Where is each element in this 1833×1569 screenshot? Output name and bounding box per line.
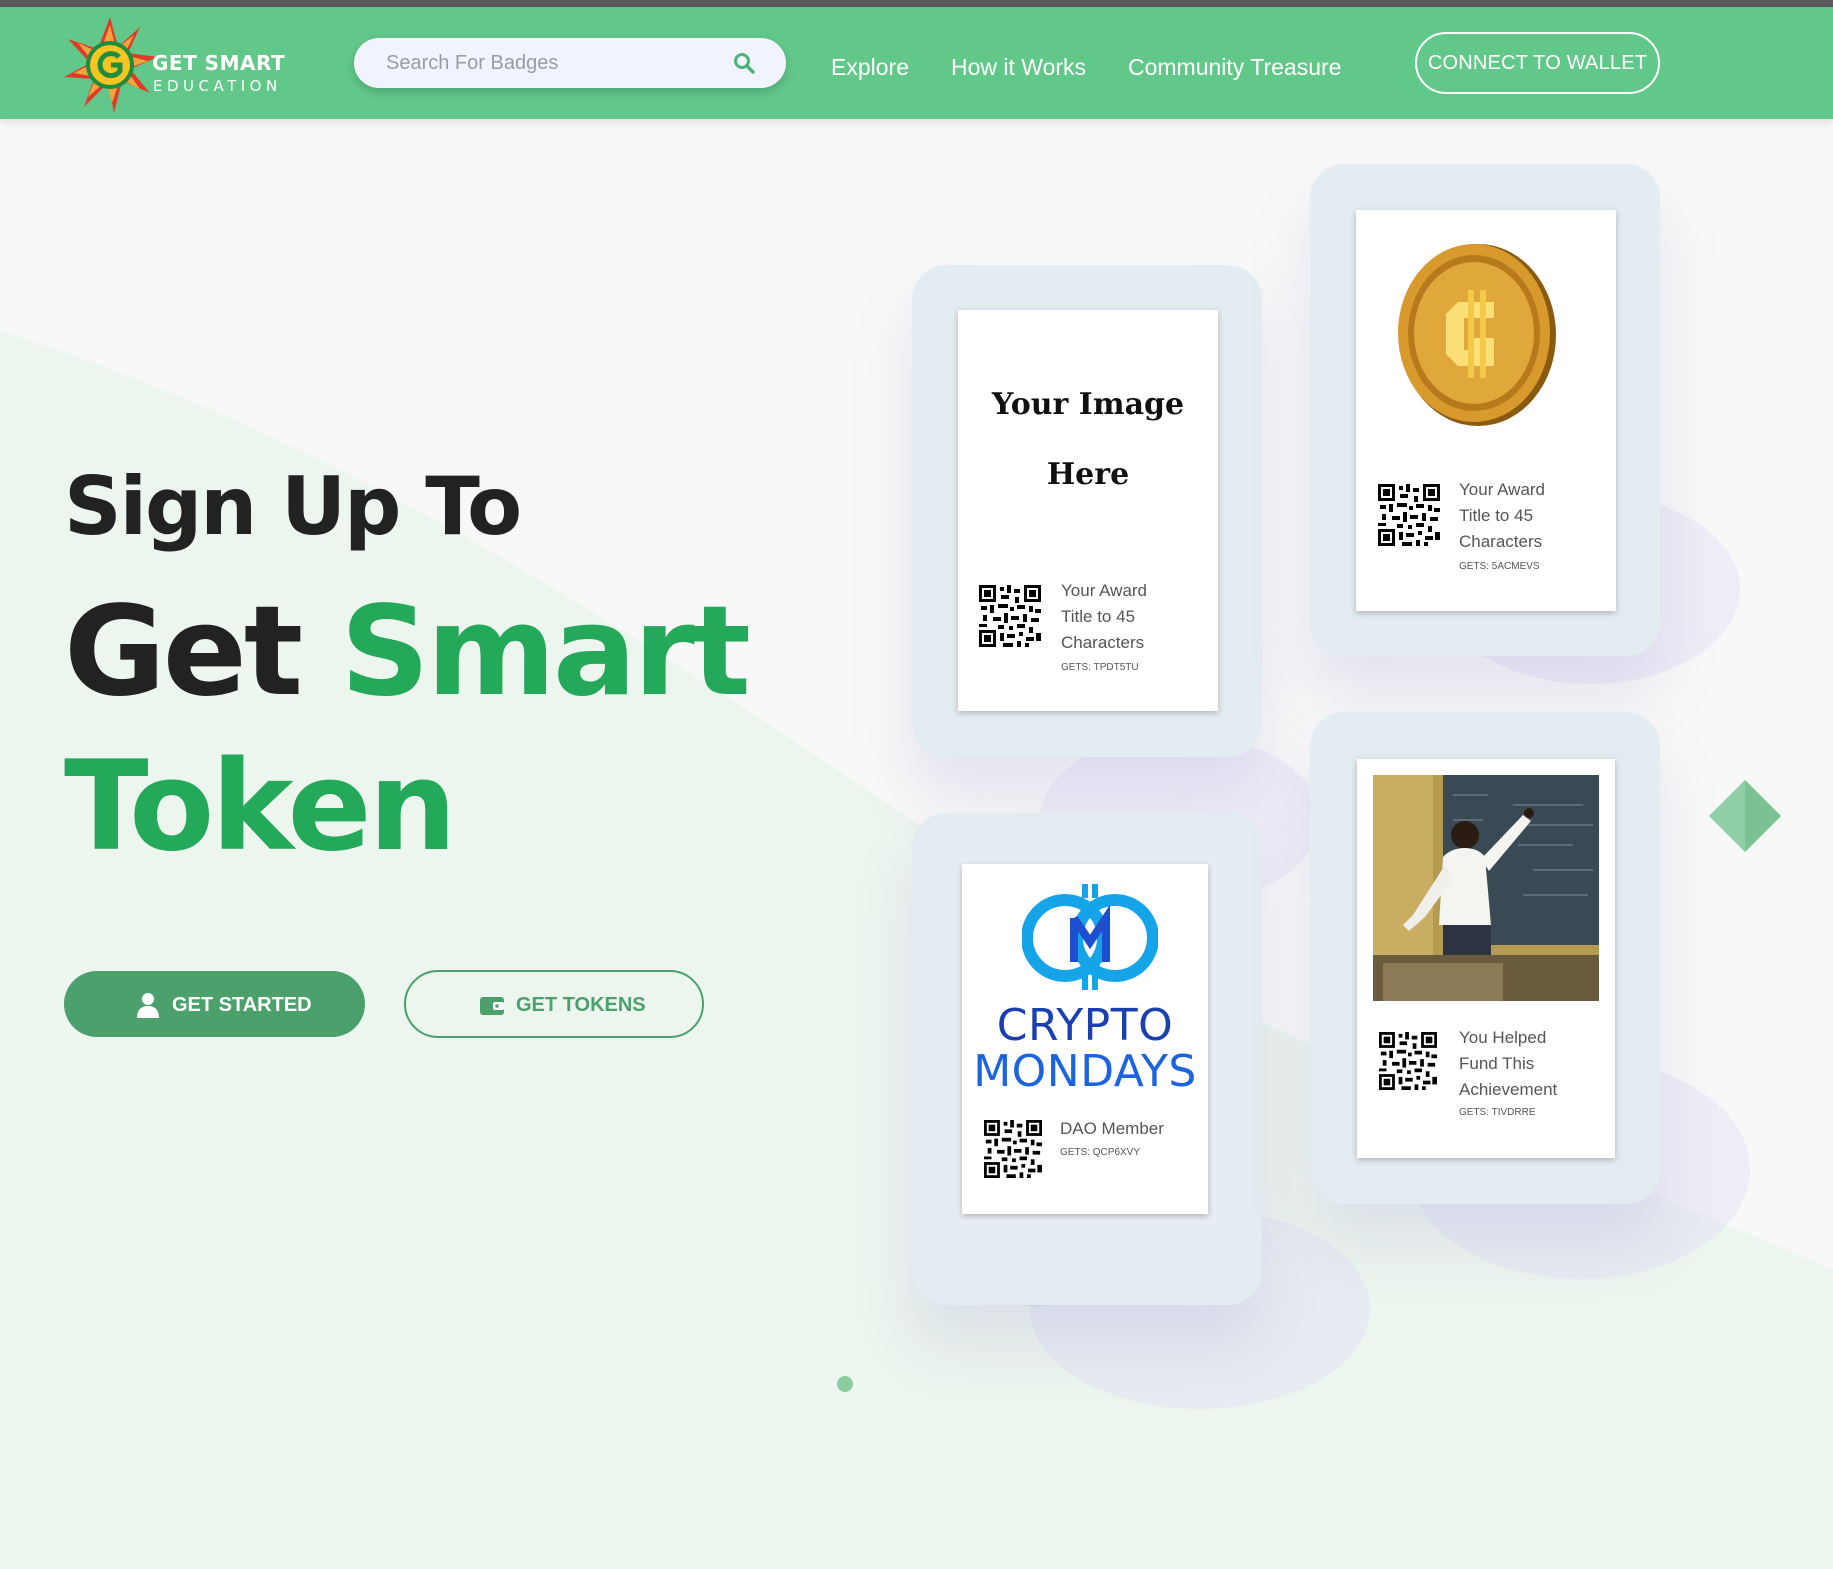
badge-title: DAO Member	[1060, 1119, 1164, 1138]
badge-code: GETS: 5ACMEVS	[1459, 561, 1540, 572]
nav-explore[interactable]: Explore	[831, 54, 909, 81]
hero-heading-smart: Smart	[340, 580, 751, 724]
search-input[interactable]	[386, 38, 726, 88]
wallet-icon	[480, 997, 504, 1015]
navbar: GET SMART EDUCATION Explore How it Works…	[0, 7, 1833, 119]
badge-card-coin[interactable]: Your Award Title to 45 Characters GETS: …	[1356, 210, 1616, 611]
crypto-mondays-logo-icon	[1022, 884, 1158, 990]
badge-code: GETS: TIVDRRE	[1459, 1107, 1536, 1118]
image-placeholder-line2: Here	[1046, 457, 1130, 492]
brand-tagline: EDUCATION	[153, 77, 282, 95]
search-bar	[354, 38, 786, 88]
badge-card-backdrop: CRYPTO MONDAYS DAO Member GETS: QCP6XVY	[957, 858, 1217, 1224]
badge-title: Your Award Title to 45 Characters	[1459, 480, 1546, 551]
get-started-button[interactable]: GET STARTED	[64, 971, 365, 1037]
nav-community-treasure[interactable]: Community Treasure	[1128, 54, 1341, 81]
connect-wallet-button[interactable]: CONNECT TO WALLET	[1415, 32, 1660, 94]
crypto-mondays-line1: CRYPTO	[996, 1000, 1174, 1051]
nav-how-it-works[interactable]: How it Works	[951, 54, 1086, 81]
get-tokens-button[interactable]: GET TOKENS	[404, 970, 704, 1038]
qr-code-icon	[1379, 1032, 1437, 1090]
badge-card-placeholder[interactable]: Your Image Here Your Award Title to 45 C…	[958, 310, 1218, 711]
get-tokens-label: GET TOKENS	[516, 994, 646, 1016]
teacher-photo	[1373, 775, 1599, 1001]
qr-code-icon	[1378, 484, 1440, 546]
classroom-image	[1373, 775, 1599, 1001]
search-icon[interactable]	[732, 51, 756, 75]
logo-emblem-icon	[64, 17, 158, 113]
brand-name: GET SMART	[152, 51, 286, 75]
hero-heading-token: Token	[64, 735, 457, 879]
badge-card-teacher[interactable]: You Helped Fund This Achievement GETS: T…	[1357, 759, 1615, 1158]
badge-frame-placeholder: Your Image Here Your Award Title to 45 C…	[912, 265, 1262, 757]
hero-heading-get: Get	[64, 580, 303, 724]
qr-code-icon	[984, 1120, 1042, 1178]
brand-logo[interactable]: GET SMART EDUCATION	[62, 17, 302, 117]
get-started-label: GET STARTED	[172, 994, 312, 1016]
hero-heading-line2: Get Smart	[64, 590, 751, 714]
image-placeholder-line1: Your Image	[991, 387, 1185, 422]
badge-title: Your Award Title to 45 Characters	[1061, 581, 1148, 652]
pagination-dot	[837, 1376, 853, 1392]
hero-heading-line1: Sign Up To	[64, 460, 522, 553]
badge-card-crypto-mondays[interactable]: CRYPTO MONDAYS DAO Member GETS: QCP6XVY	[962, 864, 1208, 1214]
qr-code-icon	[979, 585, 1041, 647]
user-icon	[137, 993, 159, 1018]
crypto-mondays-line2: MONDAYS	[973, 1046, 1197, 1097]
badge-title: You Helped Fund This Achievement	[1459, 1028, 1558, 1099]
gold-coin-icon	[1398, 244, 1556, 426]
badge-frame-crypto-mondays: CRYPTO MONDAYS DAO Member GETS: QCP6XVY	[912, 813, 1262, 1305]
top-strip	[0, 0, 1833, 7]
badge-frame-coin: Your Award Title to 45 Characters GETS: …	[1310, 164, 1660, 656]
badge-frame-teacher: You Helped Fund This Achievement GETS: T…	[1310, 712, 1660, 1204]
badge-code: GETS: TPDT5TU	[1061, 662, 1139, 673]
badge-code: GETS: QCP6XVY	[1060, 1147, 1141, 1158]
